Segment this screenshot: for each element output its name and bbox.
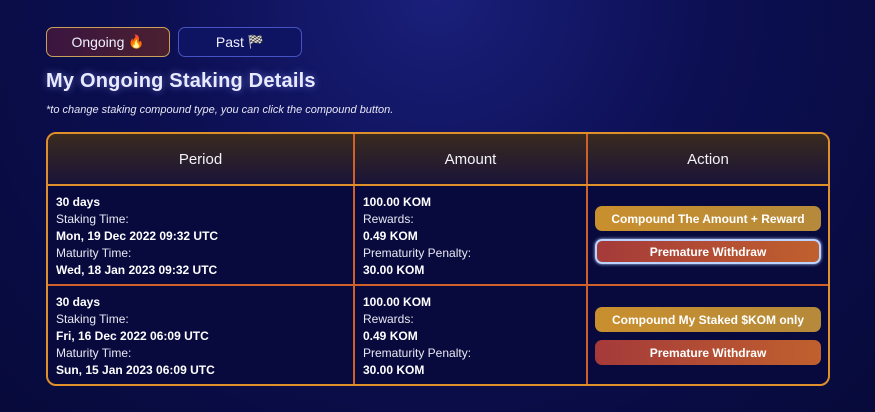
header-period: Period xyxy=(48,134,355,184)
header-amount: Amount xyxy=(355,134,588,184)
rewards-value: 0.49 KOM xyxy=(363,229,418,243)
rewards-label: Rewards: xyxy=(363,312,414,326)
penalty-label: Prematurity Penalty: xyxy=(363,246,472,260)
maturity-time: Sun, 15 Jan 2023 06:09 UTC xyxy=(56,363,215,377)
penalty-value: 30.00 KOM xyxy=(363,363,425,377)
table-row: 30 days Staking Time: Fri, 16 Dec 2022 0… xyxy=(48,286,828,384)
penalty-label: Prematurity Penalty: xyxy=(363,346,472,360)
page-title: My Ongoing Staking Details xyxy=(46,70,316,92)
maturity-time: Wed, 18 Jan 2023 09:32 UTC xyxy=(56,263,218,277)
period-cell: 30 days Staking Time: Fri, 16 Dec 2022 0… xyxy=(48,286,355,384)
tab-ongoing-label: Ongoing xyxy=(71,34,125,50)
staked-amount: 100.00 KOM xyxy=(363,195,432,209)
tab-past[interactable]: Past 🏁 xyxy=(178,27,302,57)
staking-time-label: Staking Time: xyxy=(56,312,129,326)
compound-button[interactable]: Compound The Amount + Reward xyxy=(595,206,821,231)
tab-past-label: Past xyxy=(215,34,244,50)
compound-hint: *to change staking compound type, you ca… xyxy=(46,104,394,116)
maturity-time-label: Maturity Time: xyxy=(56,346,132,360)
header-action: Action xyxy=(687,150,729,168)
penalty-value: 30.00 KOM xyxy=(363,263,425,277)
tab-ongoing[interactable]: Ongoing 🔥 xyxy=(46,27,170,57)
maturity-time-label: Maturity Time: xyxy=(56,246,132,260)
rewards-label: Rewards: xyxy=(363,212,414,226)
compound-button[interactable]: Compound My Staked $KOM only xyxy=(595,307,821,332)
amount-cell: 100.00 KOM Rewards: 0.49 KOM Prematurity… xyxy=(355,186,588,284)
table-header: Period Amount Action xyxy=(48,134,828,186)
staking-time-label: Staking Time: xyxy=(56,212,129,226)
action-cell: Compound My Staked $KOM only Premature W… xyxy=(588,286,828,384)
period-cell: 30 days Staking Time: Mon, 19 Dec 2022 0… xyxy=(48,186,355,284)
tab-bar: Ongoing 🔥 Past 🏁 xyxy=(46,27,302,57)
premature-withdraw-button[interactable]: Premature Withdraw xyxy=(595,340,821,365)
duration: 30 days xyxy=(56,295,101,309)
duration: 30 days xyxy=(56,195,101,209)
action-cell: Compound The Amount + Reward Premature W… xyxy=(588,186,828,284)
checkered-flag-icon: 🏁 xyxy=(247,34,265,49)
staking-table: Period Amount Action 30 days Staking Tim… xyxy=(46,132,830,386)
amount-cell: 100.00 KOM Rewards: 0.49 KOM Prematurity… xyxy=(355,286,588,384)
staking-time: Mon, 19 Dec 2022 09:32 UTC xyxy=(56,229,219,243)
staking-time: Fri, 16 Dec 2022 06:09 UTC xyxy=(56,329,209,343)
premature-withdraw-button[interactable]: Premature Withdraw xyxy=(595,239,821,264)
rewards-value: 0.49 KOM xyxy=(363,329,418,343)
table-row: 30 days Staking Time: Mon, 19 Dec 2022 0… xyxy=(48,186,828,286)
fire-icon: 🔥 xyxy=(128,34,145,49)
staked-amount: 100.00 KOM xyxy=(363,295,432,309)
